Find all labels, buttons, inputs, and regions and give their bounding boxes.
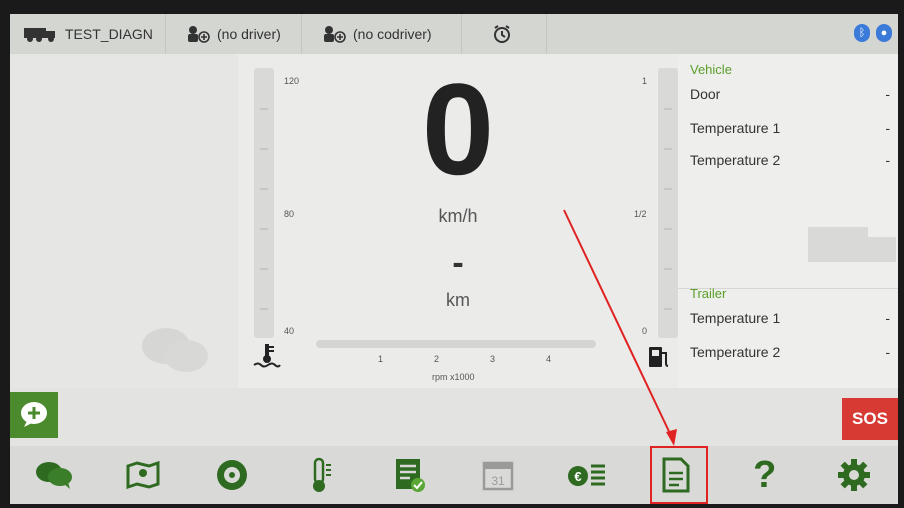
distance-value: -: [452, 244, 464, 282]
list-item: Door -: [690, 86, 890, 102]
messages-icon: [36, 462, 73, 489]
bottom-nav: 31 € ?: [10, 446, 898, 504]
top-bar: TEST_DIAGN (no driver) (no codriver) ᛒ ●: [10, 14, 898, 54]
vehicle-section-title: Vehicle: [690, 62, 732, 77]
nav-help[interactable]: ?: [720, 446, 809, 504]
settings-icon: [837, 459, 870, 491]
distance-unit: km: [446, 290, 470, 310]
codriver-selector[interactable]: (no codriver): [302, 14, 462, 54]
sensor-value: -: [885, 120, 890, 136]
chat-watermark-icon: [142, 328, 208, 372]
vehicle-name: TEST_DIAGN: [65, 26, 153, 42]
status-icons: ᛒ ●: [854, 24, 892, 42]
app-screen: TEST_DIAGN (no driver) (no codriver) ᛒ ●…: [10, 14, 898, 504]
sensor-value: -: [885, 86, 890, 102]
list-item: Temperature 2 -: [690, 152, 890, 168]
fuel-scale-min: 0: [642, 326, 648, 336]
alarm-button[interactable]: [462, 14, 547, 54]
help-icon: ?: [753, 453, 777, 496]
truck-icon: [24, 28, 55, 42]
add-message-icon: [21, 402, 47, 427]
nav-map[interactable]: [99, 446, 188, 504]
rpm-label: rpm x1000: [432, 372, 475, 382]
nav-expenses[interactable]: €: [543, 446, 632, 504]
fuel-scale-mid: 1/2: [634, 209, 647, 219]
checklist-icon: [395, 459, 425, 492]
driver-label: (no driver): [217, 26, 281, 42]
vehicle-selector[interactable]: TEST_DIAGN: [10, 14, 166, 54]
sensor-label: Temperature 2: [690, 344, 781, 360]
codriver-label: (no codriver): [353, 26, 432, 42]
sensor-value: -: [885, 152, 890, 168]
calendar-icon: 31: [483, 461, 514, 491]
sensor-label: Temperature 2: [690, 152, 781, 168]
nav-messages[interactable]: [10, 446, 99, 504]
thermometer-icon: [312, 457, 331, 492]
bluetooth-icon: ᛒ: [854, 24, 870, 42]
trailer-section-title: Trailer: [690, 286, 727, 301]
driver-selector[interactable]: (no driver): [166, 14, 302, 54]
sensor-label: Temperature 1: [690, 310, 781, 326]
rpm-tick: 2: [434, 354, 440, 364]
codriver-add-icon: [324, 26, 346, 43]
map-icon: [126, 460, 160, 490]
speed-value: 0: [421, 56, 495, 202]
fuel-bar: [658, 68, 678, 338]
coolant-temperature-icon: [253, 344, 281, 368]
calendar-day: 31: [492, 474, 506, 488]
fuel-pump-icon: [649, 347, 669, 367]
rpm-tick: 1: [378, 354, 384, 364]
rpm-tick: 3: [490, 354, 496, 364]
driver-add-icon: [188, 26, 210, 43]
svg-text:€: €: [575, 469, 582, 484]
highlight-box: [650, 446, 708, 504]
list-item: Temperature 1 -: [690, 310, 890, 326]
action-strip: SOS: [10, 388, 898, 446]
sensor-label: Temperature 1: [690, 120, 781, 136]
left-panel: [10, 54, 238, 388]
tire-icon: [216, 460, 247, 490]
rpm-bar: [316, 340, 596, 348]
sensor-value: -: [885, 344, 890, 360]
nav-temperature[interactable]: [276, 446, 365, 504]
expenses-icon: €: [568, 464, 606, 486]
list-item: Temperature 1 -: [690, 120, 890, 136]
sos-button[interactable]: SOS: [842, 398, 898, 440]
nav-tires[interactable]: [188, 446, 277, 504]
location-icon: ●: [876, 24, 892, 42]
sensor-panel: Vehicle Door - Temperature 1 - Temperature…: [678, 54, 898, 388]
nav-calendar[interactable]: 31: [454, 446, 543, 504]
list-item: Temperature 2 -: [690, 344, 890, 360]
fuel-scale-max: 1: [642, 76, 648, 86]
temp-scale-min: 40: [284, 326, 295, 336]
alarm-clock-icon: [493, 25, 510, 43]
speed-gauge: 120 80 40 0 km/h - km 1 2 3 4 rpm x1000 …: [238, 54, 678, 388]
sensor-label: Door: [690, 86, 721, 102]
rpm-tick: 4: [546, 354, 552, 364]
nav-checklist[interactable]: [365, 446, 454, 504]
new-message-button[interactable]: [10, 392, 58, 438]
sensor-value: -: [885, 310, 890, 326]
nav-settings[interactable]: [809, 446, 898, 504]
speed-unit: km/h: [438, 206, 478, 226]
truck-watermark-icon: [808, 227, 896, 262]
